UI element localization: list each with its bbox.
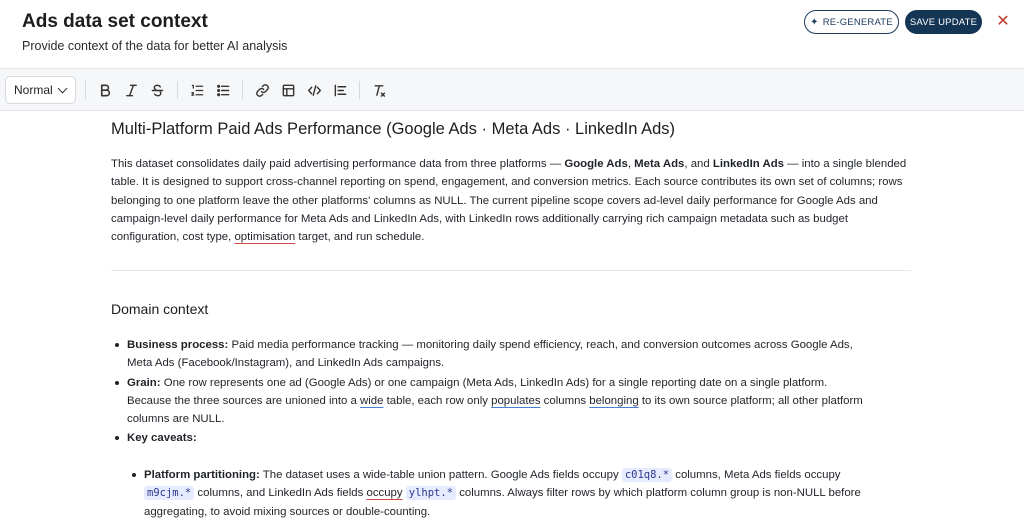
align-left-icon[interactable] bbox=[330, 80, 350, 100]
bullet-list-icon[interactable] bbox=[213, 80, 233, 100]
italic-icon[interactable] bbox=[121, 80, 141, 100]
ordered-list-icon[interactable] bbox=[187, 80, 207, 100]
list-item: Business process: Paid media performance… bbox=[115, 336, 867, 373]
close-icon[interactable]: ✕ bbox=[994, 11, 1012, 31]
regenerate-button[interactable]: ✦ RE-GENERATE bbox=[804, 10, 899, 34]
save-update-button[interactable]: SAVE UPDATE bbox=[905, 10, 982, 34]
grammar-flag: wide bbox=[360, 394, 384, 407]
list-item: Grain: One row represents one ad (Google… bbox=[115, 374, 867, 429]
strikethrough-icon[interactable] bbox=[147, 80, 167, 100]
dialog-subtitle: Provide context of the data for better A… bbox=[22, 39, 288, 53]
toolbar-divider bbox=[85, 81, 86, 99]
inline-code: c01q8.* bbox=[621, 468, 673, 482]
toolbar-divider bbox=[242, 81, 243, 99]
dialog-title: Ads data set context bbox=[22, 11, 208, 32]
chevron-down-icon bbox=[57, 83, 68, 94]
intro-paragraph: This dataset consolidates daily paid adv… bbox=[111, 158, 907, 244]
bold-meta-ads: Meta Ads bbox=[634, 158, 685, 170]
toolbar-divider bbox=[359, 81, 360, 99]
sparkle-icon: ✦ bbox=[810, 16, 819, 28]
editor-toolbar: Normal bbox=[0, 68, 1024, 111]
nested-list-item: Platform partitioning: The dataset uses … bbox=[132, 466, 864, 521]
text-format-select[interactable]: Normal bbox=[5, 76, 76, 104]
spelling-flag: optimisation bbox=[234, 231, 296, 244]
link-icon[interactable] bbox=[252, 80, 272, 100]
regenerate-label: RE-GENERATE bbox=[822, 16, 893, 28]
grammar-flag: populates bbox=[491, 394, 541, 407]
dialog-header: Ads data set context Provide context of … bbox=[0, 0, 1024, 68]
bold-icon[interactable] bbox=[95, 80, 115, 100]
toolbar-divider bbox=[177, 81, 178, 99]
table-icon[interactable] bbox=[278, 80, 298, 100]
bold-linkedin-ads: LinkedIn Ads bbox=[712, 158, 784, 170]
list-item: Key caveats: bbox=[115, 429, 867, 447]
inline-code: m9cjm.* bbox=[144, 486, 195, 501]
text-format-value: Normal bbox=[14, 83, 53, 97]
bold-google-ads: Google Ads bbox=[564, 158, 628, 170]
spelling-flag: occupy bbox=[366, 487, 403, 500]
code-block-icon[interactable] bbox=[304, 80, 324, 100]
grammar-flag: belonging bbox=[589, 394, 639, 407]
domain-context-heading: Domain context bbox=[111, 301, 209, 317]
domain-bullet-list: Business process: Paid media performance… bbox=[115, 336, 867, 449]
save-update-label: SAVE UPDATE bbox=[909, 16, 978, 28]
clear-format-icon[interactable] bbox=[369, 80, 389, 100]
document-title: Multi-Platform Paid Ads Performance (Goo… bbox=[111, 120, 676, 138]
inline-code: ylhpt.* bbox=[405, 486, 457, 501]
section-divider bbox=[111, 270, 911, 271]
